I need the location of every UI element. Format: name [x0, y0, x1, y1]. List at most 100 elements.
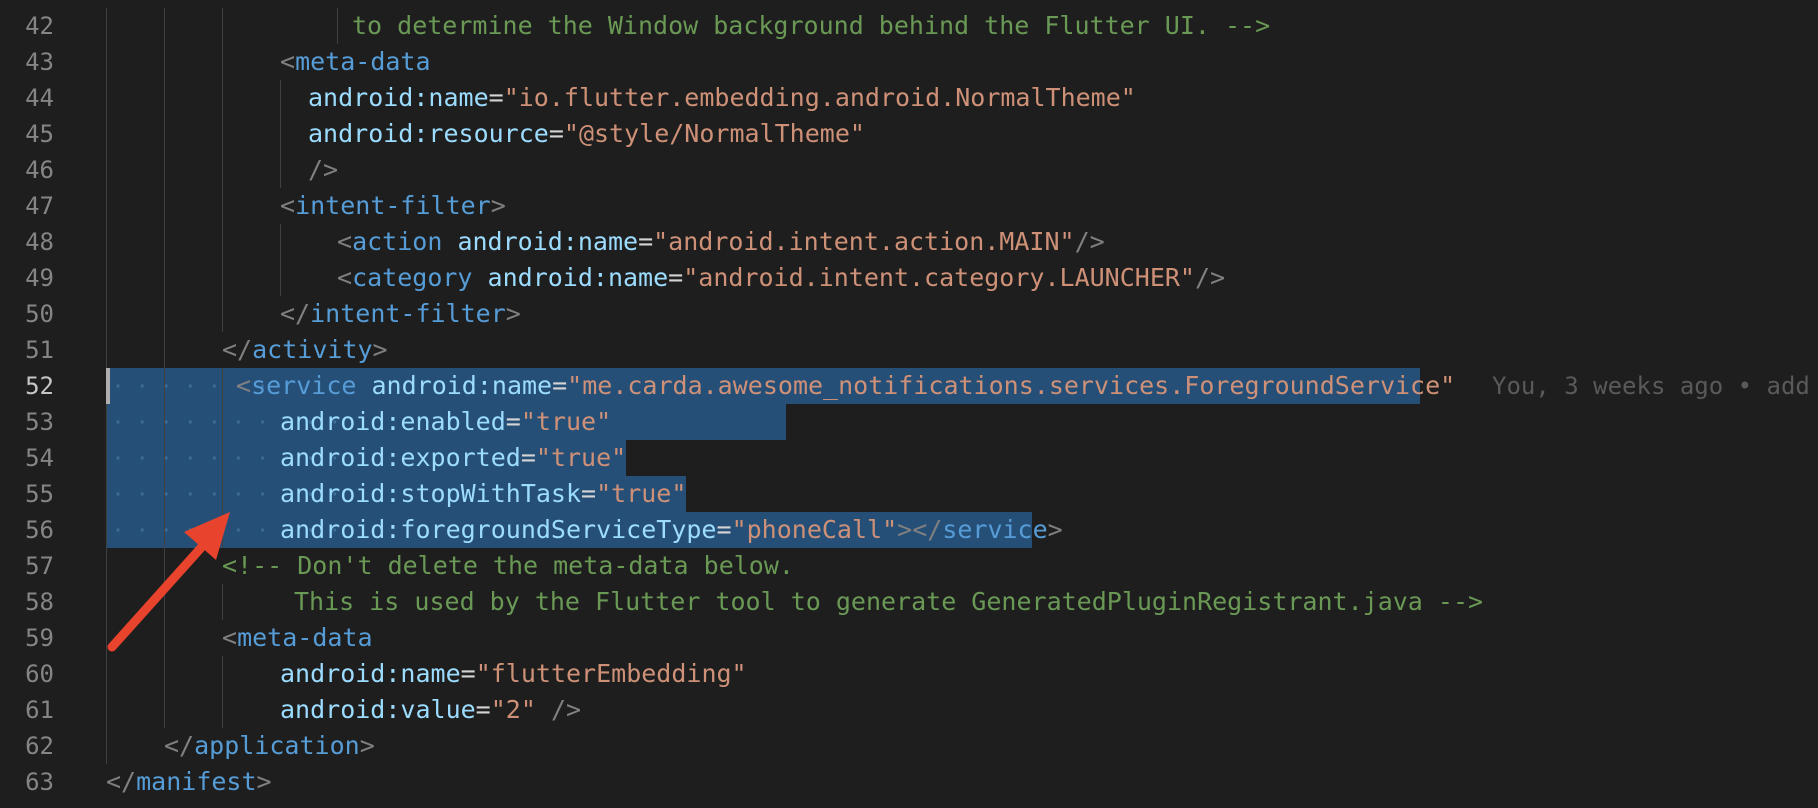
indent-guide: [280, 260, 281, 296]
code-token-attr-name: android:name: [457, 227, 639, 256]
code-line[interactable]: 50 </intent-filter>: [0, 296, 1818, 332]
code-token-punct: [442, 227, 457, 256]
code-token-attr-value: "android.intent.action.MAIN": [653, 227, 1075, 256]
code-token-tag-bracket: </: [222, 335, 253, 364]
code-line[interactable]: 44 android:name="io.flutter.embedding.and…: [0, 80, 1818, 116]
code-token-punct: =: [716, 515, 732, 544]
code-token-attr-name: android:value: [280, 695, 476, 724]
line-number[interactable]: 60: [0, 656, 54, 692]
code-line[interactable]: 57 <!-- Don't delete the meta-data below.: [0, 548, 1818, 584]
line-number[interactable]: 57: [0, 548, 54, 584]
code-token-tag-name: service: [942, 515, 1048, 544]
indent-guide: [106, 620, 107, 656]
indent-guide: [106, 152, 107, 188]
line-number[interactable]: 49: [0, 260, 54, 296]
code-text: <meta-data: [280, 44, 431, 80]
code-line[interactable]: 43 <meta-data: [0, 44, 1818, 80]
code-line[interactable]: 45 android:resource="@style/NormalTheme": [0, 116, 1818, 152]
indent-guide: [106, 260, 107, 296]
code-line[interactable]: 48 <action android:name="android.intent.a…: [0, 224, 1818, 260]
code-line[interactable]: 59 <meta-data: [0, 620, 1818, 656]
line-number[interactable]: 48: [0, 224, 54, 260]
code-token-tag-name: action: [352, 227, 443, 256]
indent-guide: [106, 44, 107, 80]
line-number[interactable]: 47: [0, 188, 54, 224]
code-text: android:exported="true": [280, 440, 626, 476]
code-line[interactable]: 49 <category android:name="android.intent…: [0, 260, 1818, 296]
indent-guide: [164, 692, 165, 728]
indent-guide: [222, 152, 223, 188]
code-text: android:enabled="true": [280, 404, 611, 440]
line-number[interactable]: 53: [0, 404, 54, 440]
code-token-tag-bracket: >: [372, 335, 388, 364]
code-text: <meta-data: [222, 620, 373, 656]
indent-guide: [164, 404, 165, 440]
code-line[interactable]: 62 </application>: [0, 728, 1818, 764]
indent-guide: [106, 548, 107, 584]
line-number[interactable]: 56: [0, 512, 54, 548]
code-line[interactable]: · · · · · · · · 52 You, 3 weeks ago • add <…: [0, 368, 1818, 404]
line-number[interactable]: 50: [0, 296, 54, 332]
code-token-attr-name: android:name: [487, 263, 669, 292]
indent-guide: [106, 8, 107, 44]
code-token-punct: =: [505, 407, 521, 436]
code-token-punct: =: [475, 695, 491, 724]
line-number[interactable]: 43: [0, 44, 54, 80]
code-token-tag-name: activity: [252, 335, 373, 364]
code-token-punct: =: [552, 371, 568, 400]
line-number[interactable]: 51: [0, 332, 54, 368]
code-line[interactable]: · · · · · · · · · · 54 android:exported="t…: [0, 440, 1818, 476]
code-token-punct: =: [581, 479, 597, 508]
line-number[interactable]: 63: [0, 764, 54, 800]
line-number[interactable]: 52: [0, 368, 54, 404]
code-token-tag-name: service: [251, 371, 357, 400]
line-number[interactable]: 59: [0, 620, 54, 656]
code-line[interactable]: · · · · · · · · · · 53 android:enabled="tr…: [0, 404, 1818, 440]
code-token-attr-value: "true": [596, 479, 687, 508]
code-token-tag-name: intent-filter: [310, 299, 506, 328]
code-token-attr-value: "android.intent.category.LAUNCHER": [683, 263, 1195, 292]
indent-guide: [164, 80, 165, 116]
code-line[interactable]: 47 <intent-filter>: [0, 188, 1818, 224]
line-number[interactable]: 58: [0, 584, 54, 620]
line-number[interactable]: 44: [0, 80, 54, 116]
line-number[interactable]: 46: [0, 152, 54, 188]
code-token-tag-name: intent-filter: [295, 191, 491, 220]
code-line[interactable]: 42 to determine the Window background beh…: [0, 8, 1818, 44]
indent-guide: [222, 584, 223, 620]
code-line[interactable]: 46 />: [0, 152, 1818, 188]
indent-guide: [164, 8, 165, 44]
indent-guide: [222, 476, 223, 512]
code-token-tag-name: meta-data: [237, 623, 373, 652]
line-number[interactable]: 62: [0, 728, 54, 764]
line-number[interactable]: 61: [0, 692, 54, 728]
code-editor[interactable]: 42 to determine the Window background beh…: [0, 0, 1818, 808]
indent-guide: [222, 404, 223, 440]
code-line[interactable]: 61 android:value="2" />: [0, 692, 1818, 728]
code-line[interactable]: 63 </manifest>: [0, 764, 1818, 800]
code-line[interactable]: 51 </activity>: [0, 332, 1818, 368]
line-number[interactable]: 54: [0, 440, 54, 476]
code-line[interactable]: · · · · · · · · · · 55 android:stopWithTas…: [0, 476, 1818, 512]
code-text: android:value="2" />: [280, 692, 581, 728]
line-number[interactable]: 45: [0, 116, 54, 152]
code-text: android:stopWithTask="true": [280, 476, 686, 512]
code-line[interactable]: · · · · · · · · · · 56 android:foregroundS…: [0, 512, 1818, 548]
code-token-tag-bracket: />: [535, 695, 582, 724]
code-line[interactable]: 58 This is used by the Flutter tool to ge…: [0, 584, 1818, 620]
code-text: <action android:name="android.intent.act…: [337, 224, 1105, 260]
indent-guide: [164, 296, 165, 332]
code-token-tag-name: application: [194, 731, 360, 760]
line-number[interactable]: 55: [0, 476, 54, 512]
code-line[interactable]: 60 android:name="flutterEmbedding": [0, 656, 1818, 692]
code-token-punct: =: [460, 659, 476, 688]
code-token-attr-name: android:foregroundServiceType: [280, 515, 717, 544]
indent-guide: [222, 440, 223, 476]
indent-guide: [337, 8, 338, 44]
code-token-attr-value: "io.flutter.embedding.android.NormalThem…: [503, 83, 1136, 112]
code-token-attr-value: "phoneCall": [731, 515, 898, 544]
indent-guide: [280, 152, 281, 188]
code-token-tag-bracket: >: [490, 191, 506, 220]
code-token-attr-value: "@style/NormalTheme": [563, 119, 865, 148]
line-number[interactable]: 42: [0, 8, 54, 44]
